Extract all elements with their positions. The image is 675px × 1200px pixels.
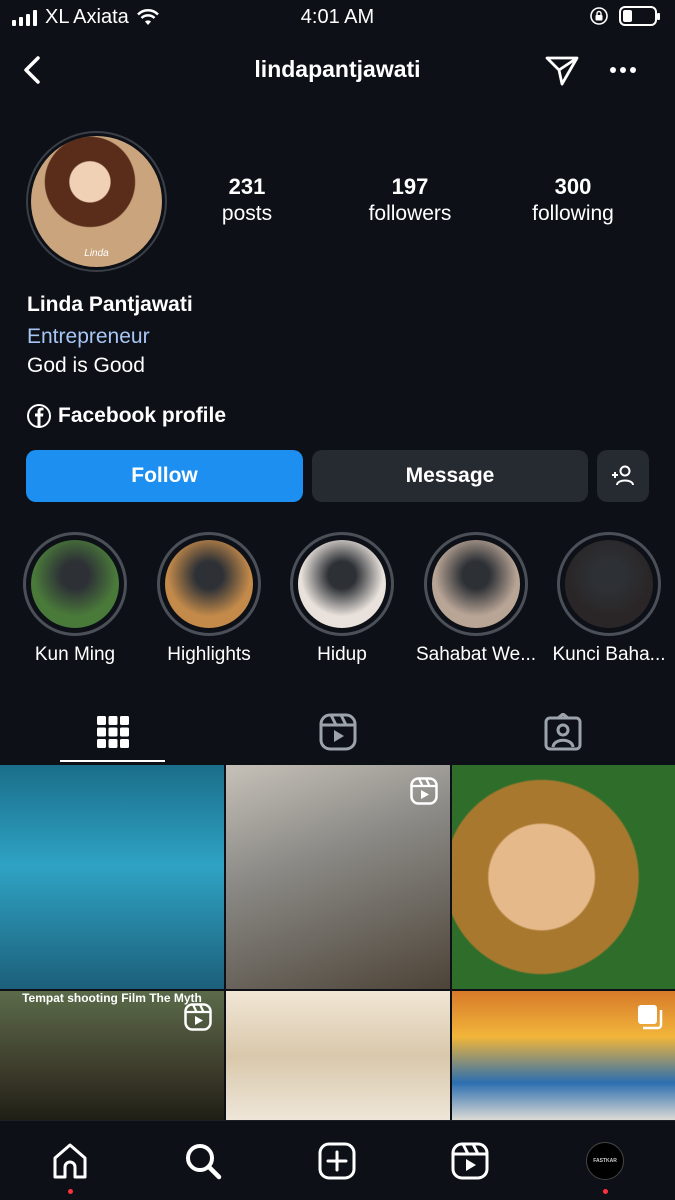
- highlight-item[interactable]: Hidup: [290, 532, 394, 666]
- following-count[interactable]: 300 following: [508, 174, 638, 226]
- share-profile-button[interactable]: [542, 50, 582, 90]
- facebook-icon: [27, 404, 51, 428]
- profile-avatar: FASTKAR: [586, 1142, 624, 1180]
- search-icon: [186, 1144, 222, 1180]
- highlight-ring: [23, 532, 127, 636]
- highlight-label: Sahabat We...: [415, 644, 537, 665]
- stat-label: followers: [368, 202, 452, 225]
- add-person-icon: [612, 465, 634, 486]
- posts-count[interactable]: 231 posts: [182, 174, 312, 226]
- profile-header: lindapantjawati: [0, 44, 675, 94]
- highlight-ring: [290, 532, 394, 636]
- highlight-label: Highlights: [167, 644, 251, 665]
- profile-avatar-ring[interactable]: Linda: [26, 131, 167, 272]
- highlight-ring: [424, 532, 528, 636]
- tab-tagged[interactable]: [450, 700, 675, 764]
- highlight-item[interactable]: Kunci Baha...: [552, 532, 666, 666]
- full-name: Linda Pantjawati: [27, 293, 193, 316]
- notification-dot: [603, 1189, 608, 1194]
- post-thumbnail[interactable]: Tempat shooting Film The Myth: [0, 991, 224, 1120]
- profile-picture: Linda: [31, 136, 162, 267]
- tab-grid[interactable]: [0, 700, 225, 764]
- highlight-item[interactable]: Sahabat We...: [416, 532, 536, 666]
- stat-value: 231: [228, 174, 266, 199]
- message-button[interactable]: Message: [312, 450, 588, 502]
- highlight-label: Hidup: [317, 644, 367, 665]
- post-grid: Tempat shooting Film The Myth: [0, 765, 675, 1120]
- nav-profile[interactable]: FASTKAR: [583, 1139, 627, 1183]
- highlight-cover: [565, 540, 653, 628]
- highlight-ring: [157, 532, 261, 636]
- link-label: Facebook profile: [58, 404, 227, 427]
- stat-label: posts: [221, 202, 273, 225]
- facebook-profile-link[interactable]: Facebook profile: [26, 403, 226, 429]
- active-tab-indicator: [60, 760, 165, 762]
- orientation-lock-icon: [590, 7, 608, 25]
- tagged-icon: [544, 713, 581, 751]
- stat-value: 300: [554, 174, 592, 199]
- post-thumbnail[interactable]: [226, 765, 450, 989]
- nav-search[interactable]: [181, 1139, 225, 1183]
- stat-value: 197: [391, 174, 429, 199]
- bio-text: God is Good: [27, 354, 145, 377]
- reels-icon: [451, 1142, 489, 1180]
- profile-tabs: [0, 700, 675, 764]
- home-icon: [53, 1143, 87, 1179]
- notification-dot: [68, 1189, 73, 1194]
- reels-icon: [184, 1003, 212, 1031]
- highlight-label: Kun Ming: [34, 644, 116, 665]
- post-thumbnail[interactable]: [0, 765, 224, 989]
- bottom-navigation: FASTKAR: [0, 1120, 675, 1200]
- reels-icon: [410, 777, 438, 805]
- carousel-icon: [638, 1005, 663, 1030]
- highlight-cover: [432, 540, 520, 628]
- followers-count[interactable]: 197 followers: [345, 174, 475, 226]
- avatar-caption: Linda: [84, 248, 109, 259]
- category-label: Entrepreneur: [27, 325, 150, 348]
- battery-fill: [623, 10, 632, 22]
- highlight-cover: [31, 540, 119, 628]
- highlight-cover: [298, 540, 386, 628]
- post-thumbnail[interactable]: [452, 991, 675, 1120]
- tab-reels[interactable]: [225, 700, 450, 764]
- status-right: [589, 6, 660, 26]
- more-options-button[interactable]: [604, 52, 644, 88]
- send-icon: [545, 56, 579, 86]
- highlight-cover: [165, 540, 253, 628]
- suggested-users-button[interactable]: [597, 450, 649, 502]
- battery-icon: [619, 6, 660, 26]
- more-horizontal-icon: [610, 67, 636, 73]
- grid-icon: [96, 716, 129, 748]
- clock: 4:01 AM: [300, 6, 375, 28]
- status-bar: XL Axiata 4:01 AM: [0, 0, 675, 36]
- nav-create[interactable]: [315, 1139, 359, 1183]
- post-thumbnail[interactable]: [226, 991, 450, 1120]
- nav-home[interactable]: [48, 1139, 92, 1183]
- nav-reels[interactable]: [448, 1139, 492, 1183]
- follow-button[interactable]: Follow: [26, 450, 303, 502]
- post-thumbnail[interactable]: [452, 765, 675, 989]
- highlight-ring: [557, 532, 661, 636]
- highlight-item[interactable]: Highlights: [157, 532, 261, 666]
- highlight-item[interactable]: Kun Ming: [23, 532, 127, 666]
- stat-label: following: [532, 202, 614, 225]
- reels-icon: [319, 713, 356, 751]
- highlight-label: Kunci Baha...: [552, 644, 666, 665]
- create-icon: [318, 1142, 356, 1180]
